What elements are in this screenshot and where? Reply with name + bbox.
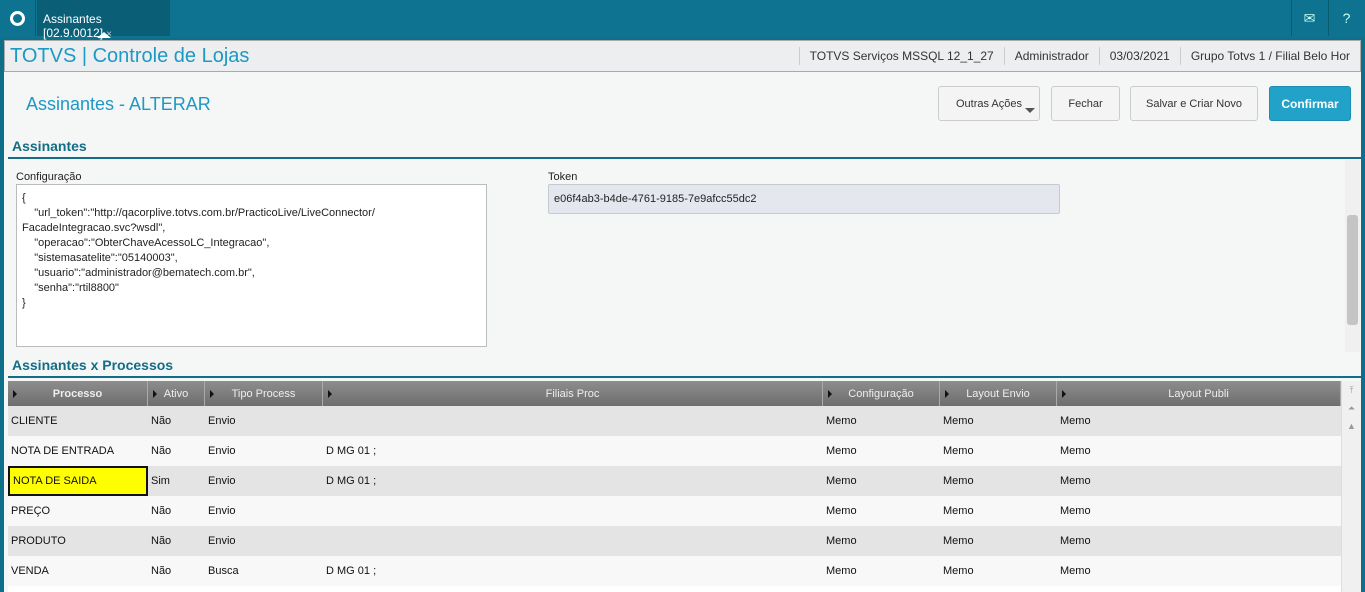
app-title: TOTVS | Controle de Lojas — [10, 44, 250, 67]
other-actions-button[interactable]: Outras Ações — [938, 86, 1040, 121]
scroll-top-icon[interactable]: ⤒ — [1342, 381, 1361, 399]
col-ativo[interactable]: Ativo — [148, 381, 205, 406]
cell-tipo[interactable]: Envio — [205, 466, 323, 496]
cell-ativo[interactable]: Não — [148, 406, 205, 436]
tab-label: Assinantes [02.9.0012] — [43, 12, 104, 40]
cell-ativo[interactable]: Não — [148, 436, 205, 466]
grid-header: Processo Ativo Tipo Process Filiais Proc… — [8, 381, 1341, 406]
cell-layout-envio[interactable]: Memo — [940, 556, 1057, 586]
cell-configuracao[interactable]: Memo — [823, 526, 940, 556]
cell-filiais[interactable]: D MG 01 ; — [323, 436, 823, 466]
cell-layout-publi[interactable]: Memo — [1057, 466, 1341, 496]
col-processo[interactable]: Processo — [8, 381, 148, 406]
cell-layout-publi[interactable]: Memo — [1057, 496, 1341, 526]
cell-layout-publi[interactable]: Memo — [1057, 526, 1341, 556]
page-title: Assinantes - ALTERAR — [26, 94, 211, 114]
environment[interactable]: TOTVS Serviços MSSQL 12_1_27 — [798, 47, 1004, 65]
confirm-button[interactable]: Confirmar — [1269, 86, 1351, 121]
cell-processo[interactable]: PREÇO — [8, 496, 148, 526]
help-icon[interactable]: ? — [1328, 0, 1364, 36]
cell-configuracao[interactable]: Memo — [823, 556, 940, 586]
col-layout-envio[interactable]: Layout Envio — [940, 381, 1057, 406]
cell-processo[interactable]: NOTA DE ENTRADA — [8, 436, 148, 466]
scroll-page-up-icon[interactable]: ⏶ — [1342, 399, 1361, 417]
cell-ativo[interactable]: Sim — [148, 466, 205, 496]
date[interactable]: 03/03/2021 — [1098, 47, 1180, 65]
top-bar: Assinantes [02.9.0012] × ✉ ? — [0, 0, 1365, 40]
cell-layout-envio[interactable]: Memo — [940, 526, 1057, 556]
main-area: TOTVS | Controle de Lojas TOTVS Serviços… — [4, 40, 1361, 592]
user[interactable]: Administrador — [1003, 47, 1099, 65]
cell-ativo[interactable]: Não — [148, 556, 205, 586]
cell-processo[interactable]: VENDA — [8, 556, 148, 586]
cell-filiais[interactable]: D MG 01 ; — [323, 466, 823, 496]
close-button[interactable]: Fechar — [1051, 86, 1120, 121]
cell-ativo[interactable]: Não — [148, 526, 205, 556]
table-row[interactable]: CLIENTE Não Envio Memo Memo Memo — [8, 406, 1341, 436]
config-textarea[interactable]: { "url_token":"http://qacorplive.totvs.c… — [16, 184, 487, 347]
scroll-up-icon[interactable]: ▲ — [1342, 417, 1361, 435]
cell-configuracao[interactable]: Memo — [823, 466, 940, 496]
active-tab-caret-icon — [97, 32, 111, 38]
col-layout-publi[interactable]: Layout Publi — [1057, 381, 1341, 406]
section-title-processos: Assinantes x Processos — [8, 357, 1361, 378]
cell-layout-envio[interactable]: Memo — [940, 406, 1057, 436]
col-tipo-process[interactable]: Tipo Process — [205, 381, 323, 406]
form-scrollbar[interactable] — [1345, 160, 1360, 352]
token-label: Token — [548, 171, 578, 183]
cell-tipo[interactable]: Busca — [205, 556, 323, 586]
processes-grid: Processo Ativo Tipo Process Filiais Proc… — [8, 381, 1341, 592]
cell-ativo[interactable]: Não — [148, 496, 205, 526]
grid-scrollbar[interactable]: ⤒ ⏶ ▲ — [1341, 381, 1361, 592]
chevron-down-icon — [1025, 108, 1035, 113]
cell-layout-envio[interactable]: Memo — [940, 466, 1057, 496]
cell-processo[interactable]: CLIENTE — [8, 406, 148, 436]
cell-filiais[interactable] — [323, 496, 823, 526]
cell-processo[interactable]: NOTA DE SAIDA — [8, 466, 148, 496]
cell-configuracao[interactable]: Memo — [823, 436, 940, 466]
app-header: TOTVS | Controle de Lojas TOTVS Serviços… — [4, 40, 1361, 72]
table-row[interactable]: VENDA Não Busca D MG 01 ; Memo Memo Memo — [8, 556, 1341, 586]
save-and-new-button[interactable]: Salvar e Criar Novo — [1130, 86, 1258, 121]
cell-tipo[interactable]: Envio — [205, 526, 323, 556]
cell-layout-envio[interactable]: Memo — [940, 436, 1057, 466]
scrollbar-thumb[interactable] — [1347, 215, 1358, 325]
table-row[interactable]: PREÇO Não Envio Memo Memo Memo — [8, 496, 1341, 526]
cell-configuracao[interactable]: Memo — [823, 406, 940, 436]
cell-processo[interactable]: PRODUTO — [8, 526, 148, 556]
mail-icon[interactable]: ✉ — [1291, 0, 1327, 36]
cell-layout-publi[interactable]: Memo — [1057, 436, 1341, 466]
cell-layout-envio[interactable]: Memo — [940, 496, 1057, 526]
cell-layout-publi[interactable]: Memo — [1057, 556, 1341, 586]
section-title-assinantes: Assinantes — [8, 138, 1361, 159]
col-filiais-proc[interactable]: Filiais Proc — [323, 381, 823, 406]
branch[interactable]: Grupo Totvs 1 / Filial Belo Hor — [1179, 47, 1360, 65]
col-configuracao[interactable]: Configuração — [823, 381, 940, 406]
cell-filiais[interactable]: D MG 01 ; — [323, 556, 823, 586]
totvs-logo-icon[interactable] — [0, 0, 36, 36]
config-label: Configuração — [16, 171, 82, 183]
token-field[interactable]: e06f4ab3-b4de-4761-9185-7e9afcc55dc2 — [548, 184, 1060, 214]
other-actions-label: Outras Ações — [955, 97, 1023, 110]
table-row[interactable]: NOTA DE SAIDA Sim Envio D MG 01 ; Memo Memo Me… — [8, 466, 1341, 496]
table-row[interactable]: NOTA DE ENTRADA Não Envio D MG 01 ; Memo Memo… — [8, 436, 1341, 466]
tab-assinantes[interactable]: Assinantes [02.9.0012] × — [37, 0, 170, 40]
cell-tipo[interactable]: Envio — [205, 406, 323, 436]
cell-filiais[interactable] — [323, 406, 823, 436]
cell-tipo[interactable]: Envio — [205, 436, 323, 466]
cell-tipo[interactable]: Envio — [205, 496, 323, 526]
cell-layout-publi[interactable]: Memo — [1057, 406, 1341, 436]
cell-configuracao[interactable]: Memo — [823, 496, 940, 526]
table-row[interactable]: PRODUTO Não Envio Memo Memo Memo — [8, 526, 1341, 556]
cell-filiais[interactable] — [323, 526, 823, 556]
